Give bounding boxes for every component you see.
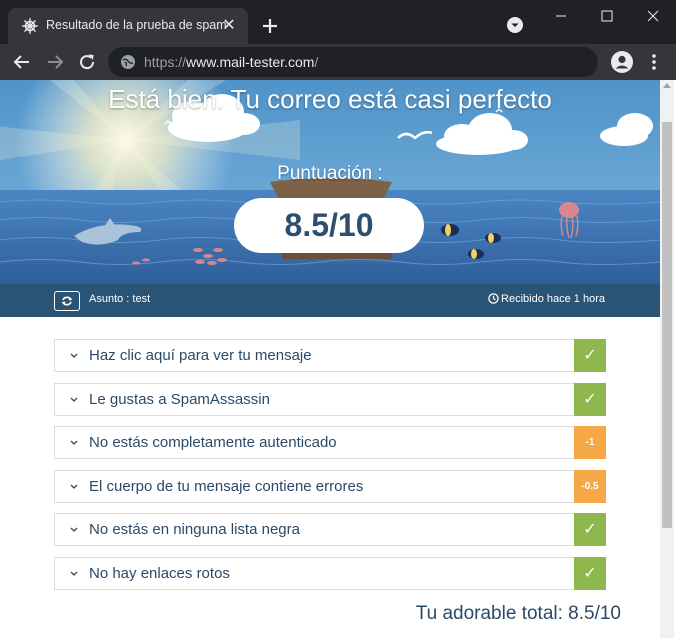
check-label: Le gustas a SpamAssassin bbox=[89, 391, 270, 408]
chevron-down-icon bbox=[70, 353, 78, 358]
received-time: Recibido hace 1 hora bbox=[488, 293, 605, 305]
url-text[interactable]: https://www.mail-tester.com/ bbox=[144, 54, 318, 70]
score-value: 8.5/10 bbox=[234, 198, 424, 253]
chevron-down-icon bbox=[70, 484, 78, 489]
received-label: Recibido hace 1 hora bbox=[501, 293, 605, 305]
browser-toolbar: https://www.mail-tester.com/ bbox=[0, 44, 676, 80]
check-label: El cuerpo de tu mensaje contiene errores bbox=[89, 478, 364, 495]
pass-check-badge: ✓ bbox=[574, 339, 606, 372]
check-label: No estás completamente autenticado bbox=[89, 434, 337, 451]
refresh-icon[interactable] bbox=[54, 291, 80, 311]
minimize-icon[interactable] bbox=[538, 0, 584, 32]
forward-arrow-icon[interactable] bbox=[43, 50, 67, 74]
ship-wheel-icon bbox=[22, 18, 38, 34]
score-label: Puntuación : bbox=[277, 163, 383, 184]
new-tab-icon[interactable] bbox=[258, 14, 282, 38]
penalty-badge: -1 bbox=[574, 426, 606, 459]
chevron-down-icon bbox=[70, 571, 78, 576]
globe-icon[interactable] bbox=[120, 54, 136, 70]
maximize-icon[interactable] bbox=[584, 0, 630, 32]
browser-titlebar: Resultado de la prueba de spam ✕ bbox=[0, 0, 676, 44]
result-headline: Está bien. Tu correo está casi perfecto bbox=[108, 84, 552, 114]
check-row-body-errors[interactable]: El cuerpo de tu mensaje contiene errores… bbox=[54, 470, 606, 503]
check-label: No hay enlaces rotos bbox=[89, 565, 230, 582]
reload-icon[interactable] bbox=[75, 50, 99, 74]
back-arrow-icon[interactable] bbox=[10, 50, 34, 74]
chevron-down-icon bbox=[70, 397, 78, 402]
close-window-icon[interactable] bbox=[630, 0, 676, 32]
check-row-view-message[interactable]: Haz clic aquí para ver tu mensaje ✓ bbox=[54, 339, 606, 372]
vertical-scrollbar[interactable] bbox=[660, 80, 674, 638]
browser-tab[interactable]: Resultado de la prueba de spam ✕ bbox=[8, 8, 248, 44]
pass-check-badge: ✓ bbox=[574, 513, 606, 546]
message-info-bar: Asunto : test Recibido hace 1 hora bbox=[0, 284, 660, 317]
tab-search-icon[interactable] bbox=[506, 16, 524, 34]
check-row-authentication[interactable]: No estás completamente autenticado -1 bbox=[54, 426, 606, 459]
scrollbar-thumb[interactable] bbox=[662, 122, 672, 528]
pass-check-badge: ✓ bbox=[574, 557, 606, 590]
check-row-blacklist[interactable]: No estás en ninguna lista negra ✓ bbox=[54, 513, 606, 546]
hero-banner: Está bien. Tu correo está casi perfecto … bbox=[0, 80, 660, 317]
check-label: Haz clic aquí para ver tu mensaje bbox=[89, 347, 312, 364]
chevron-down-icon bbox=[70, 527, 78, 532]
penalty-badge: -0.5 bbox=[574, 470, 606, 503]
check-row-spamassassin[interactable]: Le gustas a SpamAssassin ✓ bbox=[54, 383, 606, 416]
address-bar[interactable]: https://www.mail-tester.com/ bbox=[108, 47, 598, 77]
kebab-menu-icon[interactable] bbox=[644, 50, 664, 74]
check-row-broken-links[interactable]: No hay enlaces rotos ✓ bbox=[54, 557, 606, 590]
close-tab-icon[interactable]: ✕ bbox=[220, 17, 238, 35]
scroll-up-arrow-icon[interactable] bbox=[663, 83, 671, 88]
check-label: No estás en ninguna lista negra bbox=[89, 521, 300, 538]
profile-avatar-icon[interactable] bbox=[610, 50, 634, 74]
pass-check-badge: ✓ bbox=[574, 383, 606, 416]
subject-text: Asunto : test bbox=[89, 293, 151, 305]
clock-icon bbox=[488, 293, 499, 304]
total-score: Tu adorable total: 8.5/10 bbox=[415, 603, 621, 624]
tab-title: Resultado de la prueba de spam bbox=[46, 18, 227, 32]
chevron-down-icon bbox=[70, 440, 78, 445]
page-viewport: Está bien. Tu correo está casi perfecto … bbox=[0, 80, 676, 638]
